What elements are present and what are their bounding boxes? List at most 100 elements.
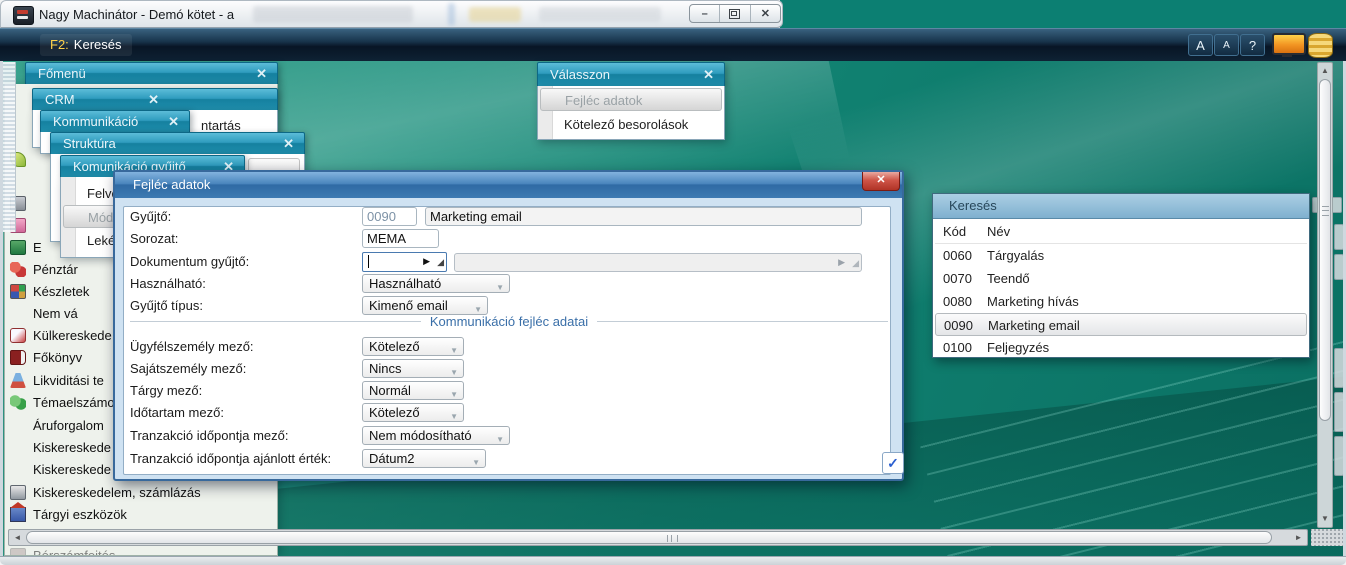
dialog-titlebar[interactable]: Fejléc adatok <box>115 172 902 198</box>
close-icon[interactable]: ✕ <box>283 133 294 154</box>
printer-icon <box>10 485 26 500</box>
f2-search-shortcut[interactable]: F2: Keresés <box>40 34 132 56</box>
scroll-down-button[interactable]: ▼ <box>1318 512 1332 526</box>
section-divider: Kommunikáció fejléc adatai <box>130 314 888 329</box>
check-icon: ✓ <box>887 455 899 471</box>
table-row[interactable]: 0070 Teendő <box>935 267 1307 290</box>
vertical-scrollbar[interactable]: ▲ ▼ <box>1317 62 1333 528</box>
horizontal-scrollbar[interactable]: ◄ ► <box>8 529 1308 546</box>
lookup-arrow-icon[interactable]: ▶ <box>423 256 430 267</box>
row-name: Feljegyzés <box>987 340 1050 355</box>
idotartam-dropdown[interactable]: Kötelező ▼ <box>362 403 464 422</box>
confirm-check-button[interactable]: ✓ <box>882 452 904 474</box>
row-code: 0070 <box>943 271 972 286</box>
keres-panel-titlebar[interactable]: Keresés <box>933 194 1309 219</box>
window-title: Nagy Machinátor - Demó kötet - a <box>39 7 235 22</box>
gyujto-tipus-dropdown[interactable]: Kimenő email ▼ <box>362 296 488 315</box>
table-row[interactable]: 0080 Marketing hívás <box>935 290 1307 313</box>
scroll-right-button[interactable]: ► <box>1291 531 1306 544</box>
restore-button[interactable] <box>720 5 751 22</box>
dropdown-value: Nincs <box>369 361 402 376</box>
stock-boxes-icon <box>10 284 26 299</box>
close-button[interactable]: ✕ <box>751 5 780 22</box>
fomenu-title: Főmenü <box>38 66 86 81</box>
gyujto-code-input[interactable] <box>362 207 417 226</box>
background-window-ghost <box>469 7 521 22</box>
dokumentum-gyujto-secondary-combo[interactable]: ▶ ◢ <box>454 253 862 272</box>
resize-grip[interactable] <box>1311 529 1343 546</box>
close-icon[interactable]: ✕ <box>256 63 267 84</box>
scroll-left-button[interactable]: ◄ <box>10 531 25 544</box>
font-larger-button[interactable]: A <box>1188 34 1213 56</box>
sidebar-item-label: Külkereskede <box>33 328 112 343</box>
tranzakcio-idopontja-dropdown[interactable]: Nem módosítható ▼ <box>362 426 510 445</box>
table-row[interactable]: 0100 Feljegyzés <box>935 336 1307 359</box>
close-icon[interactable]: ✕ <box>703 63 714 86</box>
column-header-nev[interactable]: Név <box>987 221 1010 243</box>
sorozat-input[interactable] <box>362 229 439 248</box>
sidebar-item[interactable]: Kiskereskedelem, számlázás <box>5 483 277 503</box>
row-code: 0090 <box>944 318 973 333</box>
desktop-background-strip <box>780 0 1346 28</box>
close-icon[interactable]: ✕ <box>148 89 159 110</box>
dropdown-value: Kimenő email <box>369 298 448 313</box>
sajatszemely-dropdown[interactable]: Nincs ▼ <box>362 359 464 378</box>
close-icon[interactable]: ✕ <box>168 111 179 132</box>
window-frame-left <box>0 61 3 556</box>
house-icon <box>10 502 26 522</box>
ugyfelszemely-dropdown[interactable]: Kötelező ▼ <box>362 337 464 356</box>
table-row-selected[interactable]: 0090 Marketing email <box>935 313 1307 336</box>
vertical-scrollbar-thumb[interactable] <box>1319 79 1331 421</box>
sidebar-item-label: Likviditási te <box>33 373 104 388</box>
struktura-title: Struktúra <box>63 136 116 151</box>
fomenu-window-titlebar[interactable]: Főmenü ✕ <box>25 62 278 84</box>
font-smaller-button[interactable]: A <box>1214 34 1239 56</box>
database-coins-icon[interactable] <box>1308 33 1333 58</box>
window-titlebar[interactable]: Nagy Machinátor - Demó kötet - a – ✕ <box>0 0 783 28</box>
field-label: Tárgy mező: <box>130 383 203 398</box>
crm-partial-menu-item[interactable]: ntartás <box>201 118 241 133</box>
targy-dropdown[interactable]: Normál ▼ <box>362 381 464 400</box>
field-label: Dokumentum gyűjtő: <box>130 254 250 269</box>
valasszon-window-titlebar[interactable]: Válasszon ✕ <box>537 62 725 86</box>
font-smaller-label: A <box>1223 40 1230 51</box>
corner-resize-icon[interactable]: ◢ <box>437 257 444 268</box>
gyujto-name-input[interactable] <box>425 207 862 226</box>
sidebar-item-label: Főkönyv <box>33 350 83 365</box>
dropdown-arrow-icon: ▼ <box>450 346 458 355</box>
horizontal-scrollbar-thumb[interactable] <box>26 531 1272 544</box>
application-icon <box>13 6 34 25</box>
ajanlott-ertek-dropdown[interactable]: Dátum2 ▼ <box>362 449 486 468</box>
valasszon-item-kotelezo-besorolasok[interactable]: Kötelező besorolások <box>540 113 746 136</box>
sidebar-item-label: Tárgyi eszközök <box>33 507 127 522</box>
dialog-close-button[interactable]: ✕ <box>862 172 900 191</box>
scroll-up-icon: ▲ <box>1321 66 1329 75</box>
dokumentum-gyujto-combo[interactable]: ▶ ◢ <box>362 252 447 272</box>
sidebar-item-label: Témaelszámo <box>33 395 115 410</box>
row-code: 0060 <box>943 248 972 263</box>
field-label: Sorozat: <box>130 231 179 246</box>
table-header-row: Kód Név <box>935 221 1307 244</box>
help-button[interactable]: ? <box>1240 34 1265 56</box>
kommunikacio-window-titlebar[interactable]: Kommunikáció ✕ <box>40 110 190 132</box>
column-header-kod[interactable]: Kód <box>943 221 966 243</box>
valasszon-item-fejlec-adatok[interactable]: Fejléc adatok <box>540 88 722 111</box>
struktura-window-titlebar[interactable]: Struktúra ✕ <box>50 132 305 154</box>
scroll-up-button[interactable]: ▲ <box>1318 64 1332 78</box>
dropdown-arrow-icon: ▼ <box>450 412 458 421</box>
crm-window-titlebar[interactable]: CRM ✕ <box>32 88 278 110</box>
field-label: Tranzakció időpontja mező: <box>130 428 289 443</box>
field-label: Sajátszemély mező: <box>130 361 247 376</box>
minimize-button[interactable]: – <box>690 5 721 22</box>
sidebar-item[interactable]: Tárgyi eszközök <box>5 502 277 525</box>
dropdown-value: Dátum2 <box>369 451 415 466</box>
menu-item-label: Fejléc adatok <box>565 93 643 108</box>
row-name: Marketing hívás <box>987 294 1079 309</box>
sidebar-item[interactable]: Bérszámfejtés <box>5 546 277 555</box>
table-row[interactable]: 0060 Tárgyalás <box>935 244 1307 267</box>
hasznalhato-dropdown[interactable]: Használható ▼ <box>362 274 510 293</box>
corner-resize-icon: ◢ <box>852 258 859 268</box>
sidebar-item-label: Kiskereskedelem, számlázás <box>33 485 201 500</box>
sidebar-item-label: Kiskereskede <box>33 440 112 455</box>
monitor-icon[interactable] <box>1272 33 1306 57</box>
